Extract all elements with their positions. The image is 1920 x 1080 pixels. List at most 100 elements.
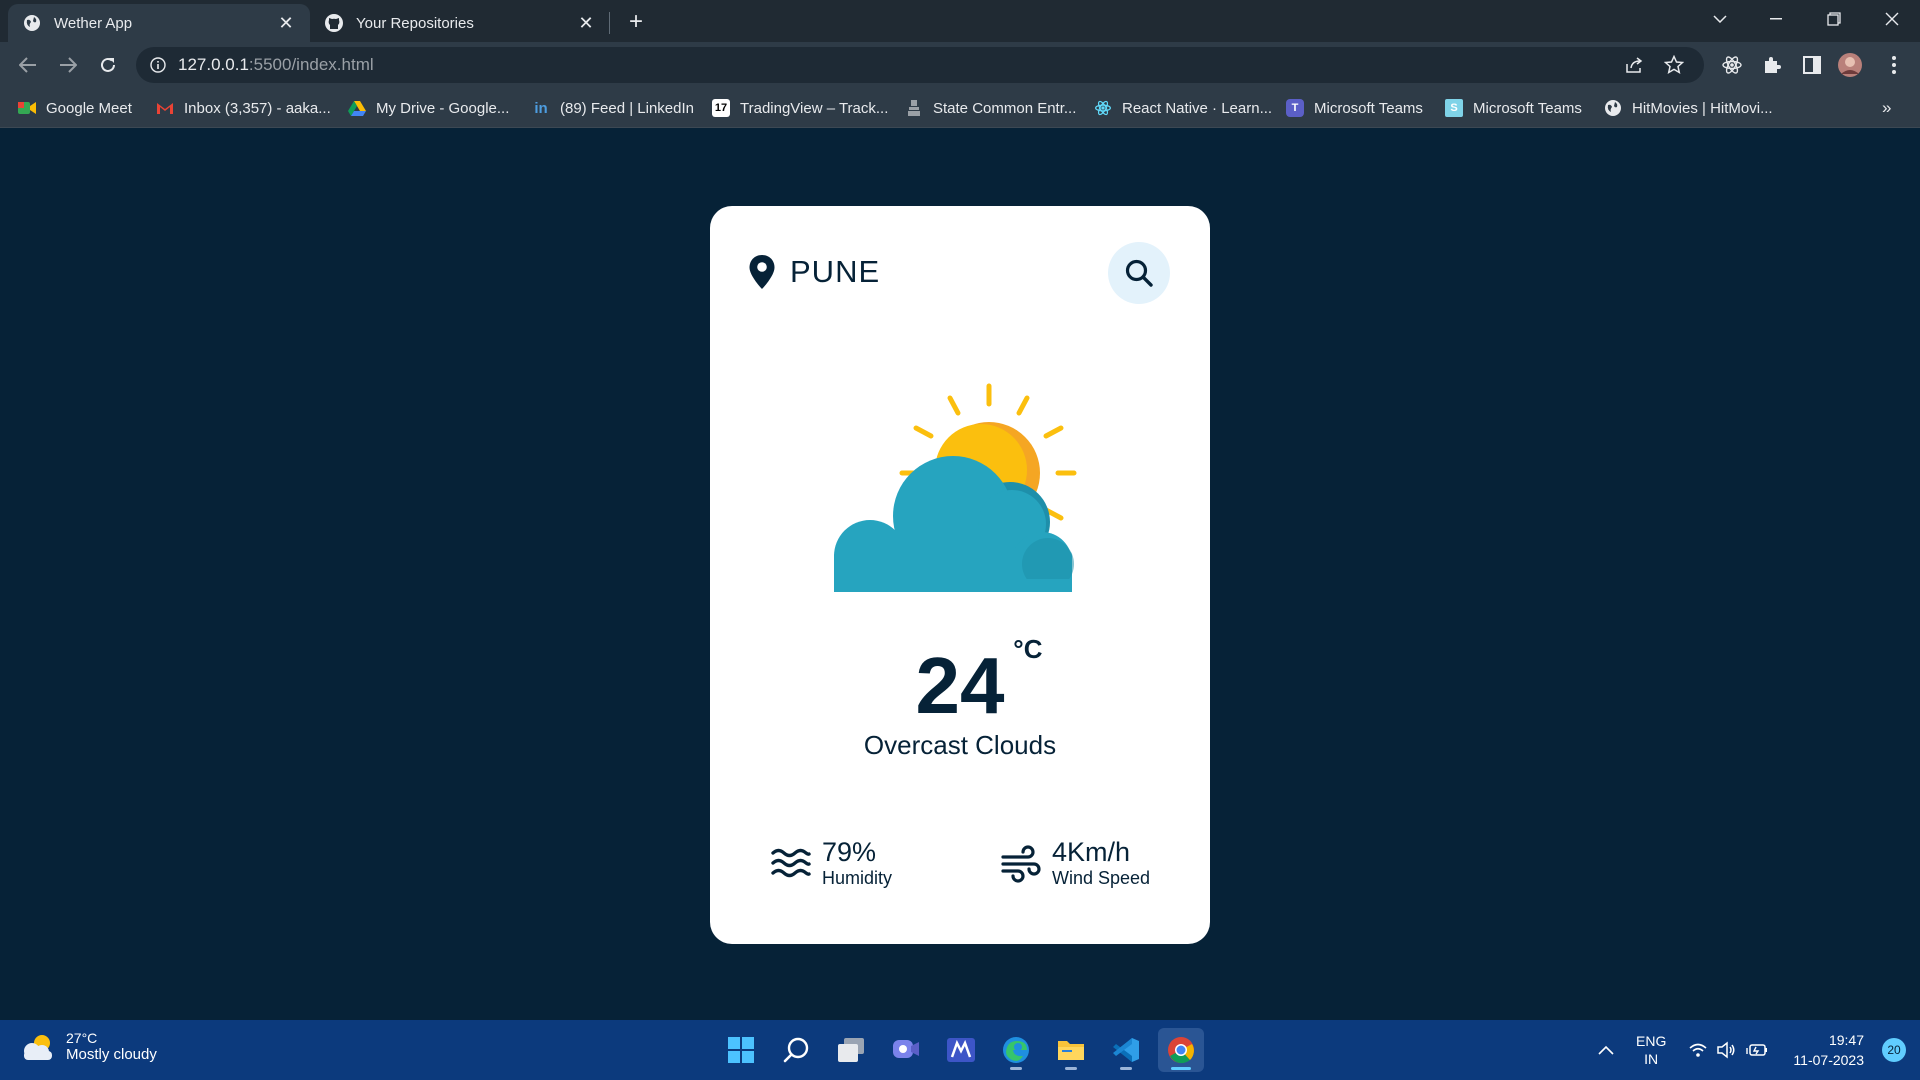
bookmark-hitmovies[interactable]: HitMovies | HitMovi... — [1604, 96, 1773, 120]
temperature-value: 24 °C — [916, 636, 1043, 726]
wind-value: 4Km/h — [1052, 837, 1131, 867]
weather-description: Overcast Clouds — [863, 730, 1057, 760]
tab-title: Your Repositories — [356, 14, 474, 32]
clock-time: 19:47 — [1828, 1032, 1864, 1048]
minimize-icon[interactable] — [1748, 0, 1804, 38]
bookmark-google-meet[interactable]: Google Meet — [18, 96, 132, 120]
bookmark-label: TradingView – Track... — [740, 99, 889, 117]
bookmark-linkedin[interactable]: in (89) Feed | LinkedIn — [532, 96, 694, 120]
back-arrow-icon[interactable] — [12, 49, 44, 81]
teams-chat-button[interactable] — [883, 1028, 929, 1072]
url-path: :5500/index.html — [248, 55, 374, 74]
address-bar[interactable]: 127.0.0.1:5500/index.html — [136, 47, 1704, 83]
bookmark-state-common-entrance[interactable]: State Common Entr... — [905, 96, 1076, 120]
tab-close-icon[interactable]: ✕ — [276, 13, 296, 33]
bookmarks-overflow-icon[interactable]: » — [1882, 96, 1891, 120]
system-clock[interactable]: 19:47 11-07-2023 — [1793, 1030, 1864, 1070]
bookmark-microsoft-teams[interactable]: T Microsoft Teams — [1286, 96, 1423, 120]
humidity-label: Humidity — [822, 867, 893, 888]
bookmark-microsoft-teams-2[interactable]: S Microsoft Teams — [1445, 96, 1582, 120]
chrome-button[interactable] — [1158, 1028, 1204, 1072]
edge-icon — [1003, 1037, 1029, 1063]
clock-date: 11-07-2023 — [1793, 1052, 1864, 1068]
search-button[interactable] — [1108, 242, 1170, 304]
bookmark-my-drive[interactable]: My Drive - Google... — [348, 96, 509, 120]
lang-line2: IN — [1644, 1051, 1659, 1067]
windows-taskbar: 27°C Mostly cloudy ENG IN 19:47 11-07-20… — [0, 1020, 1920, 1080]
tab-close-icon[interactable]: ✕ — [576, 13, 596, 33]
teams-chat-icon — [893, 1040, 919, 1058]
url-text: 127.0.0.1:5500/index.html — [178, 55, 374, 75]
browser-toolbar: 127.0.0.1:5500/index.html — [0, 42, 1920, 88]
edge-button[interactable] — [993, 1028, 1039, 1072]
bookmark-inbox[interactable]: Inbox (3,357) - aaka... — [156, 96, 331, 120]
bookmark-label: React Native · Learn... — [1122, 99, 1273, 117]
wifi-icon[interactable] — [1688, 1020, 1708, 1080]
bookmark-react-native[interactable]: React Native · Learn... — [1094, 96, 1272, 120]
forward-arrow-icon[interactable] — [52, 49, 84, 81]
taskbar-search-button[interactable] — [773, 1028, 819, 1072]
chrome-menu-icon[interactable] — [1880, 51, 1908, 79]
mostly-cloudy-icon — [24, 1034, 52, 1060]
tradingview-icon: 17 — [712, 99, 730, 117]
weather-widget[interactable]: 27°C Mostly cloudy — [20, 1030, 157, 1063]
globe-icon — [1604, 99, 1622, 117]
humidity-waves-icon — [771, 849, 811, 878]
wind-label: Wind Speed — [1052, 867, 1151, 888]
new-tab-plus-icon[interactable]: + — [622, 8, 650, 36]
site-info-icon[interactable] — [150, 57, 166, 73]
running-indicator — [1010, 1067, 1022, 1070]
share-icon[interactable] — [1620, 51, 1648, 79]
show-hidden-icons-chevron-icon[interactable] — [1598, 1020, 1614, 1080]
location-row: PUNE — [748, 254, 880, 290]
app-button-m[interactable] — [938, 1028, 984, 1072]
vscode-icon — [1113, 1038, 1139, 1062]
emblem-icon — [905, 99, 923, 117]
bookmark-label: HitMovies | HitMovi... — [1632, 99, 1773, 117]
notification-count-badge[interactable]: 20 — [1882, 1038, 1906, 1062]
volume-icon[interactable] — [1716, 1020, 1736, 1080]
bookmark-star-icon[interactable] — [1660, 51, 1688, 79]
chrome-icon — [1168, 1037, 1194, 1064]
windows-logo-icon — [728, 1037, 754, 1063]
temperature-number: 24 — [915, 641, 1005, 730]
bookmark-label: Inbox (3,357) - aaka... — [184, 99, 331, 117]
temperature-row: 24 °C — [710, 636, 1210, 726]
task-view-button[interactable] — [828, 1028, 874, 1072]
app-m-icon — [947, 1038, 975, 1062]
search-icon — [1125, 259, 1153, 287]
running-indicator — [1120, 1067, 1132, 1070]
tab-title: Wether App — [54, 14, 133, 32]
task-view-icon — [838, 1038, 864, 1062]
tab-wether-app[interactable]: Wether App ✕ — [8, 4, 310, 42]
wind-block: 4Km/h Wind Speed — [1000, 837, 1151, 889]
react-devtools-icon[interactable] — [1718, 51, 1746, 79]
tab-search-chevron-icon[interactable] — [1692, 0, 1748, 38]
input-language[interactable]: ENG IN — [1636, 1020, 1666, 1080]
bookmark-label: (89) Feed | LinkedIn — [560, 99, 694, 117]
github-icon — [324, 13, 344, 33]
start-button[interactable] — [718, 1028, 764, 1072]
weather-card: PUNE 24 °C Overcast Clouds 79% Humidity … — [710, 206, 1210, 944]
url-host: 127.0.0.1 — [178, 55, 249, 74]
bookmark-label: Microsoft Teams — [1314, 99, 1423, 117]
lang-line1: ENG — [1636, 1033, 1667, 1049]
bookmark-tradingview[interactable]: 17 TradingView – Track... — [712, 96, 888, 120]
tab-your-repositories[interactable]: Your Repositories ✕ — [310, 4, 610, 42]
linkedin-icon: in — [534, 99, 548, 117]
bookmark-label: State Common Entr... — [933, 99, 1077, 117]
wind-icon — [1001, 845, 1041, 883]
running-indicator — [1065, 1067, 1077, 1070]
profile-avatar[interactable] — [1836, 51, 1864, 79]
file-explorer-button[interactable] — [1048, 1028, 1094, 1072]
gmail-icon — [156, 99, 174, 117]
vscode-button[interactable] — [1103, 1028, 1149, 1072]
battery-icon[interactable] — [1746, 1020, 1768, 1080]
close-window-icon[interactable] — [1864, 0, 1920, 38]
side-panel-icon[interactable] — [1798, 51, 1826, 79]
restore-icon[interactable] — [1806, 0, 1862, 38]
sun-behind-cloud-icon — [834, 383, 1077, 592]
humidity-block: 79% Humidity — [770, 837, 893, 889]
extensions-puzzle-icon[interactable] — [1758, 51, 1786, 79]
reload-icon[interactable] — [92, 49, 124, 81]
